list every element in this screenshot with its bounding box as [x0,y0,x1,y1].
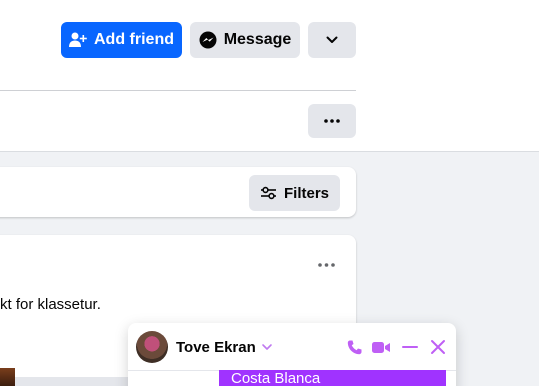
post-image-divider [15,377,130,386]
chat-contact-name[interactable]: Tove Ekran [176,339,256,356]
message-button[interactable]: Message [190,22,300,58]
post-options-button[interactable] [312,254,340,276]
avatar[interactable] [136,331,168,363]
chat-header[interactable]: Tove Ekran [128,323,456,371]
profile-more-button[interactable] [308,22,356,58]
ellipsis-icon [324,119,340,123]
ellipsis-icon [317,263,335,267]
add-friend-icon [69,32,87,47]
filters-button[interactable]: Filters [249,175,340,211]
filters-label: Filters [283,184,329,202]
chevron-down-icon [326,36,338,43]
header-divider [0,90,356,91]
message-label: Message [223,31,292,48]
post-text: kt for klassetur. [0,296,101,313]
messenger-icon [199,31,217,49]
video-call-icon[interactable] [371,337,391,357]
phone-icon[interactable] [344,337,364,357]
chat-message-bubble: Costa Blanca [219,370,446,386]
sliders-icon [260,186,276,200]
minimize-icon[interactable] [400,337,420,357]
chat-window: Tove Ekran Costa Blanca [128,323,456,386]
chevron-down-icon[interactable] [260,340,274,354]
close-icon[interactable] [428,337,448,357]
post-image[interactable] [0,368,15,386]
add-friend-button[interactable]: Add friend [61,22,182,58]
tabs-more-button[interactable] [308,104,356,138]
profile-header: Add friend Message [0,0,539,152]
add-friend-label: Add friend [94,31,174,48]
